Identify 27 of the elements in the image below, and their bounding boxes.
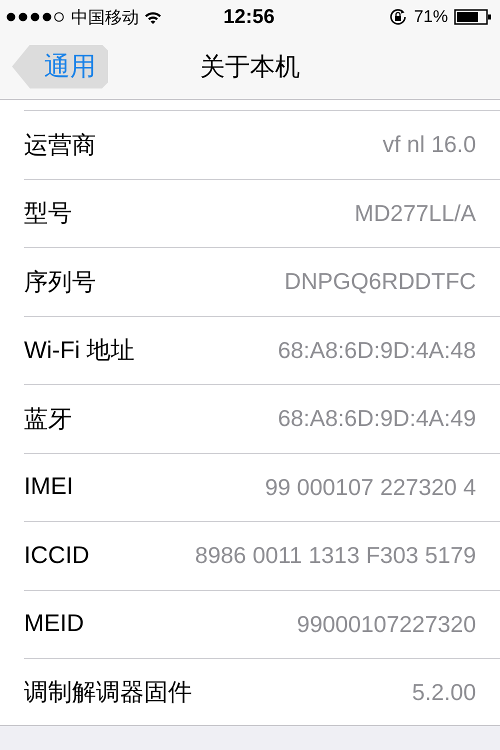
row-label: 型号 bbox=[24, 199, 72, 230]
battery-percent: 71% bbox=[414, 7, 448, 27]
rotation-lock-icon bbox=[388, 7, 408, 27]
row-value: MD277LL/A bbox=[354, 200, 476, 227]
clock-time: 12:56 bbox=[223, 6, 275, 28]
row-label: 蓝牙 bbox=[24, 404, 72, 435]
row-label: 序列号 bbox=[24, 268, 96, 298]
row-label: IMEI bbox=[24, 473, 74, 502]
signal-icon bbox=[6, 12, 66, 22]
row-value: 99 000107 227320 4 bbox=[264, 474, 476, 501]
row-value: vf nl 16.0 bbox=[382, 131, 476, 158]
row-label: 调制解调器固件 bbox=[24, 678, 192, 708]
row-value: 8986 0011 1313 F303 5179 bbox=[195, 542, 476, 570]
back-button[interactable]: 通用 bbox=[12, 44, 108, 88]
battery-icon bbox=[454, 9, 492, 25]
row-value: 5.2.00 bbox=[412, 678, 476, 706]
row-value: 68:A8:6D:9D:4A:49 bbox=[278, 405, 476, 432]
row-label: MEID bbox=[24, 610, 84, 638]
row-value: 99000107227320 bbox=[296, 610, 476, 638]
wifi-icon bbox=[144, 10, 162, 24]
carrier-name: 中国移动 bbox=[71, 6, 139, 28]
row-label: Wi-Fi 地址 bbox=[24, 336, 135, 366]
row-value: DNPGQ6RDDTFC bbox=[284, 268, 476, 296]
page-title: 关于本机 bbox=[200, 53, 300, 81]
row-value: 68:A8:6D:9D:4A:48 bbox=[278, 336, 476, 364]
row-label: ICCID bbox=[24, 542, 90, 570]
row-label: 运营商 bbox=[24, 130, 96, 161]
